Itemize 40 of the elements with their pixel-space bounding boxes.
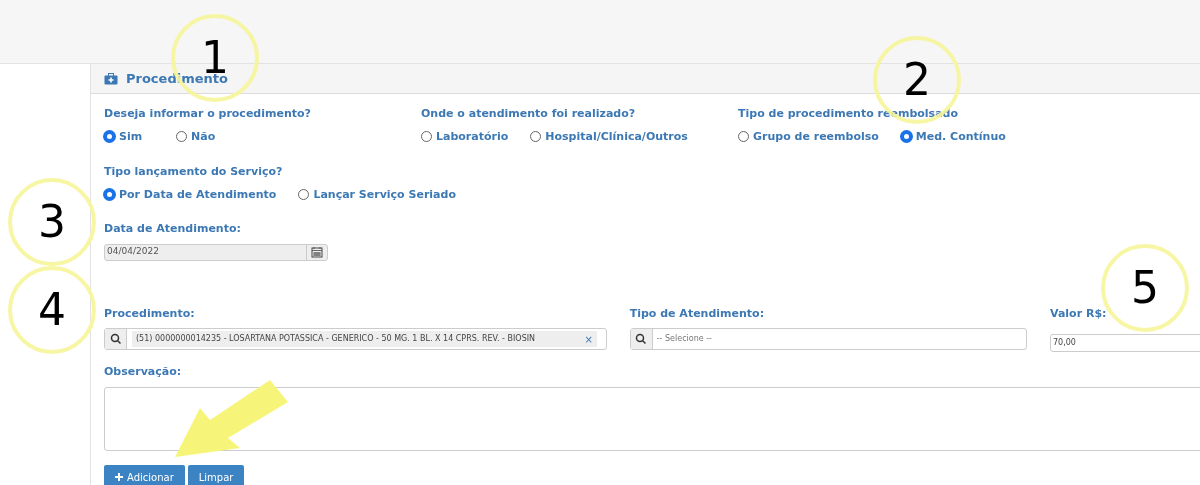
select-placeholder: -- Selecione -- — [656, 333, 712, 345]
radio-button[interactable] — [104, 189, 115, 201]
field-label: Valor R$: — [1050, 305, 1108, 322]
plus-icon — [115, 473, 123, 481]
radio-option[interactable]: Lançar Serviço Seriado — [298, 186, 456, 203]
radio-button[interactable] — [900, 131, 912, 143]
field-label: Tipo lançamento do Serviço? — [104, 164, 284, 180]
value-field[interactable]: 70,00 — [1050, 333, 1200, 352]
medical-kit-icon — [104, 72, 118, 85]
radio-option[interactable]: Grupo de reembolso — [738, 128, 879, 145]
radio-option[interactable]: Hospital/Clínica/Outros — [530, 128, 688, 145]
search-icon — [109, 333, 122, 345]
radio-button[interactable] — [421, 131, 432, 143]
procedure-select[interactable]: (51) 0000000014235 - LOSARTANA POTASSICA - GENERICO - 50 MG. 1 BL. X 14 CPRS. REV. - BIOSIN × — [104, 328, 607, 350]
field-label: Tipo de Atendimento: — [629, 305, 766, 322]
field-label: Deseja informar o procedimento? — [104, 106, 312, 122]
radio-option[interactable]: Por Data de Atendimento — [104, 186, 277, 203]
radio-button[interactable] — [104, 131, 115, 143]
observation-field[interactable] — [104, 386, 1200, 451]
field-label: Observação: — [104, 364, 183, 380]
radio-button[interactable] — [738, 131, 749, 143]
field-label: Procedimento: — [104, 305, 196, 322]
search-icon — [635, 333, 648, 345]
field-label: Onde o atendimento foi realizado? — [421, 106, 637, 122]
calendar-icon[interactable] — [311, 246, 323, 258]
radio-button[interactable] — [298, 189, 310, 201]
radio-option[interactable]: Med. Contínuo — [900, 128, 1006, 145]
clear-button[interactable]: Limpar — [187, 464, 245, 485]
service-type-select[interactable]: -- Selecione -- — [629, 328, 1027, 350]
clear-icon[interactable]: × — [584, 331, 593, 347]
radio-option[interactable]: Sim — [104, 128, 154, 145]
field-label: Tipo de procedimento reembolsado — [738, 106, 959, 122]
radio-button[interactable] — [530, 131, 542, 143]
selected-procedure: (51) 0000000014235 - LOSARTANA POTASSICA - GENERICO - 50 MG. 1 BL. X 14 CPRS. REV. - BIOSIN — [136, 333, 536, 345]
radio-option[interactable]: Não — [176, 128, 226, 145]
field-label: Data de Atendimento: — [104, 221, 242, 237]
radio-option[interactable]: Laboratório — [421, 128, 509, 145]
add-button[interactable]: Adicionar — [104, 464, 185, 485]
radio-button[interactable] — [176, 131, 187, 143]
date-field[interactable]: 04/04/2022 — [104, 243, 328, 261]
